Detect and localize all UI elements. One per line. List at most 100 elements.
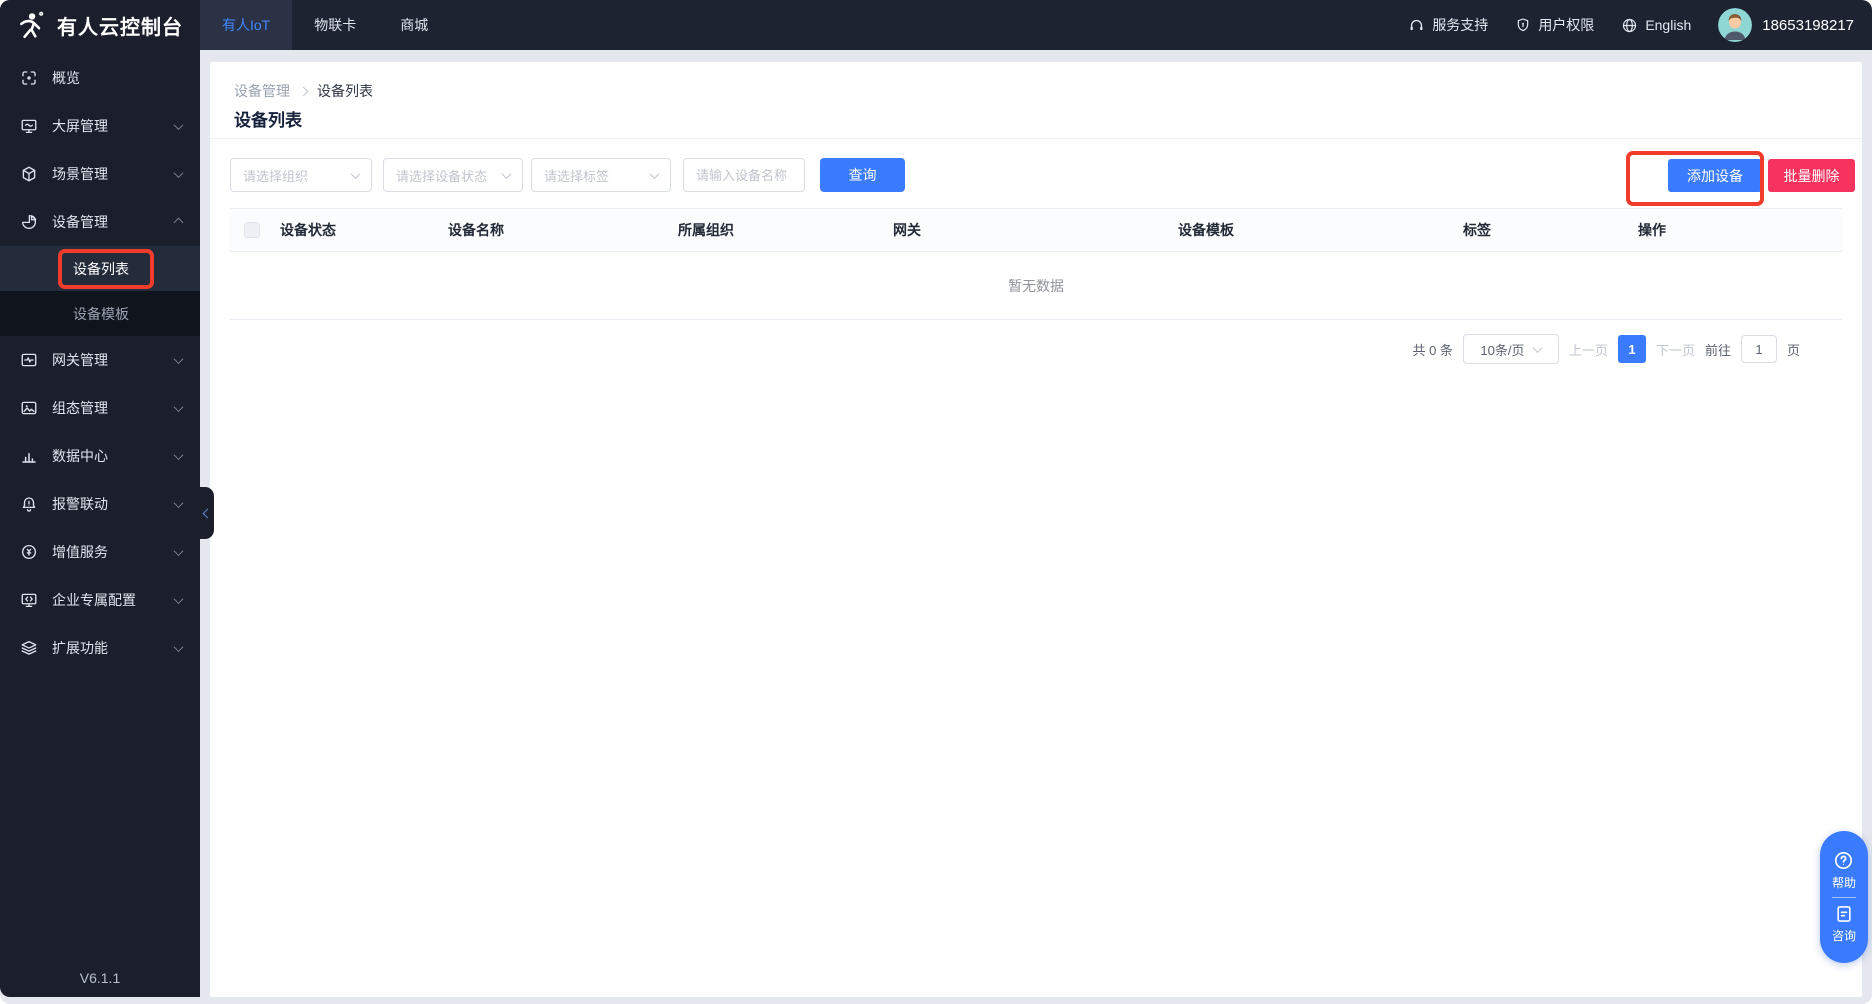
help-label: 帮助 [1832, 874, 1856, 891]
account[interactable]: 18653198217 [1718, 8, 1854, 42]
sidebar-item-label: 组态管理 [52, 398, 161, 418]
sidebar-item-device-management[interactable]: 设备管理 [0, 198, 200, 246]
question-circle-icon [1833, 850, 1854, 871]
chevron-down-icon [174, 642, 184, 652]
sidebar-subitem-label: 设备列表 [73, 259, 129, 279]
globe-icon [1621, 17, 1638, 34]
sidebar-item-scene-management[interactable]: 场景管理 [0, 150, 200, 198]
sidebar-item-label: 网关管理 [52, 350, 161, 370]
bar-chart-icon [20, 447, 38, 465]
consult-label: 咨询 [1832, 927, 1856, 944]
sidebar-item-label: 增值服务 [52, 542, 161, 562]
sidebar-item-data-center[interactable]: 数据中心 [0, 432, 200, 480]
column-header-device-template: 设备模板 [1178, 220, 1463, 240]
sidebar-item-extended-functions[interactable]: 扩展功能 [0, 624, 200, 672]
page-size-value: 10条/页 [1480, 340, 1524, 359]
sidebar-item-label: 数据中心 [52, 446, 161, 466]
sidebar-item-screen-management[interactable]: 大屏管理 [0, 102, 200, 150]
sidebar-item-enterprise-config[interactable]: 企业专属配置 [0, 576, 200, 624]
sidebar-item-value-added-services[interactable]: 增值服务 [0, 528, 200, 576]
sidebar-item-label: 大屏管理 [52, 116, 161, 136]
cube-icon [20, 165, 38, 183]
device-name-input[interactable] [683, 158, 805, 192]
next-page-button[interactable]: 下一页 [1656, 340, 1695, 359]
consult-button[interactable]: 咨询 [1832, 904, 1856, 944]
title-divider [210, 138, 1862, 139]
goto-unit-label: 页 [1787, 340, 1800, 359]
batch-delete-button[interactable]: 批量删除 [1768, 159, 1855, 192]
tab-iot-card[interactable]: 物联卡 [292, 0, 378, 50]
floating-help-widget: 帮助 咨询 [1820, 831, 1868, 963]
monitor-code-icon [20, 591, 38, 609]
goto-page-input[interactable] [1741, 335, 1777, 363]
language-label: English [1645, 17, 1691, 33]
sidebar-item-label: 扩展功能 [52, 638, 161, 658]
chevron-down-icon [174, 594, 184, 604]
screen-wave-icon [20, 117, 38, 135]
chevron-down-icon [351, 169, 361, 179]
sidebar-subitem-device-list[interactable]: 设备列表 [0, 246, 200, 291]
layers-icon [20, 639, 38, 657]
top-bar: 有人云控制台 有人IoT 物联卡 商城 服务支持 [0, 0, 1872, 50]
gateway-pulse-icon [20, 351, 38, 369]
column-header-organization: 所属组织 [678, 220, 893, 240]
goto-label: 前往 [1705, 340, 1731, 359]
account-phone: 18653198217 [1762, 17, 1854, 34]
headset-icon [1408, 17, 1425, 34]
device-management-submenu: 设备列表 设备模板 [0, 246, 200, 336]
widget-divider [1832, 897, 1856, 898]
column-header-gateway: 网关 [893, 220, 1178, 240]
current-page-button[interactable]: 1 [1618, 335, 1646, 363]
pagination-total: 共 0 条 [1412, 340, 1452, 359]
table-empty-state: 暂无数据 [230, 252, 1842, 320]
user-permission-label: 用户权限 [1538, 15, 1594, 35]
device-status-select[interactable]: 请选择设备状态 [383, 158, 523, 192]
chevron-down-icon [174, 120, 184, 130]
tag-select-placeholder: 请选择标签 [544, 166, 609, 185]
select-all-cell [230, 222, 280, 238]
search-button[interactable]: 查询 [820, 158, 905, 192]
main-content: 设备管理 设备列表 设备列表 请选择组织 请选择设备状态 请选择标签 查询 添加… [210, 62, 1862, 997]
version-label: V6.1.1 [0, 970, 200, 986]
chevron-down-icon [174, 546, 184, 556]
user-permission-link[interactable]: 用户权限 [1515, 15, 1594, 35]
table-action-buttons: 添加设备 批量删除 [1668, 159, 1855, 192]
empty-text: 暂无数据 [1008, 276, 1064, 296]
add-device-button[interactable]: 添加设备 [1668, 159, 1762, 192]
sidebar-menu: 概览 大屏管理 [0, 50, 200, 672]
page-size-select[interactable]: 10条/页 [1463, 334, 1559, 364]
tab-usr-iot[interactable]: 有人IoT [200, 0, 292, 50]
chevron-down-icon [650, 169, 660, 179]
prev-page-button[interactable]: 上一页 [1569, 340, 1608, 359]
sidebar-subitem-device-template[interactable]: 设备模板 [0, 291, 200, 336]
tag-select[interactable]: 请选择标签 [531, 158, 671, 192]
sidebar-collapse-handle[interactable] [200, 487, 214, 539]
overview-icon [20, 69, 38, 87]
service-support-label: 服务支持 [1432, 15, 1488, 35]
language-switcher[interactable]: English [1621, 17, 1691, 34]
breadcrumb-item-device-management[interactable]: 设备管理 [234, 81, 290, 101]
sidebar-item-alarm-linkage[interactable]: 报警联动 [0, 480, 200, 528]
table-header-row: 设备状态 设备名称 所属组织 网关 设备模板 标签 操作 [230, 208, 1842, 252]
sidebar-item-gateway-management[interactable]: 网关管理 [0, 336, 200, 384]
sidebar-item-configuration-management[interactable]: 组态管理 [0, 384, 200, 432]
sidebar-item-label: 报警联动 [52, 494, 161, 514]
select-all-checkbox[interactable] [244, 222, 260, 238]
service-support-link[interactable]: 服务支持 [1408, 15, 1488, 35]
sidebar-subitem-label: 设备模板 [73, 304, 129, 324]
sidebar-item-overview[interactable]: 概览 [0, 54, 200, 102]
filter-bar: 请选择组织 请选择设备状态 请选择标签 查询 添加设备 批量删除 [230, 158, 1855, 194]
sidebar-item-label: 设备管理 [52, 212, 161, 232]
user-avatar[interactable] [1718, 8, 1752, 42]
help-button[interactable]: 帮助 [1832, 850, 1856, 891]
app-title: 有人云控制台 [57, 11, 183, 40]
column-header-device-status: 设备状态 [280, 220, 448, 240]
tab-mall[interactable]: 商城 [378, 0, 450, 50]
sidebar-item-label: 概览 [52, 68, 182, 88]
column-header-actions: 操作 [1638, 220, 1842, 240]
column-header-tag: 标签 [1463, 220, 1638, 240]
breadcrumb: 设备管理 设备列表 [234, 81, 373, 101]
logo[interactable]: 有人云控制台 [0, 0, 200, 50]
org-select[interactable]: 请选择组织 [230, 158, 372, 192]
column-header-device-name: 设备名称 [448, 220, 678, 240]
